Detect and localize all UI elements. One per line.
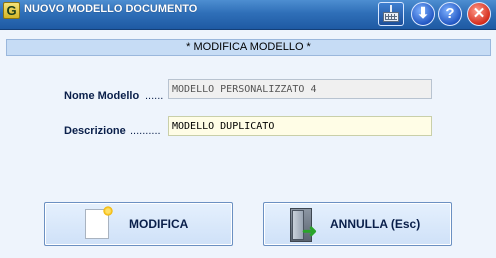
annulla-button[interactable]: ➜ ANNULLA (Esc) (263, 202, 452, 246)
title-bar: G NUOVO MODELLO DOCUMENTO ⬇ ? ✕ (0, 0, 496, 30)
descrizione-label: Descrizione (64, 125, 126, 137)
nome-modello-dots: ...... (145, 90, 164, 102)
modifica-label: MODIFICA (129, 217, 189, 231)
section-title: * MODIFICA MODELLO * (186, 41, 311, 53)
modifica-button[interactable]: MODIFICA (44, 202, 233, 246)
section-header: * MODIFICA MODELLO * (6, 39, 491, 56)
app-icon: G (3, 2, 20, 19)
keyboard-cable (390, 5, 392, 12)
close-button[interactable]: ✕ (467, 2, 491, 26)
nome-modello-input[interactable] (168, 79, 432, 99)
descrizione-input[interactable] (168, 116, 432, 136)
annulla-label: ANNULLA (Esc) (330, 217, 421, 231)
new-document-icon (85, 206, 113, 239)
nome-modello-label: Nome Modello (64, 90, 140, 102)
window-title: NUOVO MODELLO DOCUMENTO (24, 3, 198, 15)
exit-arrow-icon: ➜ (302, 221, 318, 241)
sparkle-icon (103, 206, 113, 216)
keyboard-icon (383, 12, 399, 22)
help-button[interactable]: ? (438, 2, 462, 26)
descrizione-dots: .......... (130, 125, 161, 137)
exit-door-icon: ➜ (290, 208, 320, 242)
keyboard-button[interactable] (378, 2, 404, 26)
download-button[interactable]: ⬇ (411, 2, 435, 26)
